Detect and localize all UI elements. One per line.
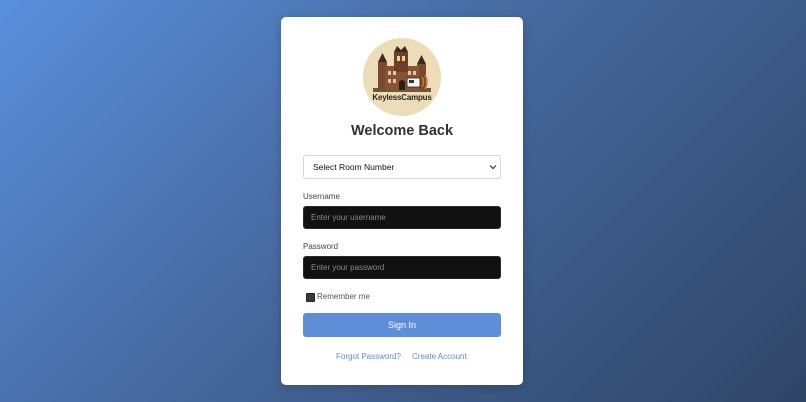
- room-number-select-value: Select Room Number: [313, 162, 395, 172]
- password-placeholder: Enter your password: [311, 263, 385, 272]
- logo: KeylessCampus: [363, 38, 441, 116]
- logo-text: KeylessCampus: [372, 93, 432, 102]
- chevron-down-icon: [489, 165, 497, 170]
- password-input[interactable]: Enter your password: [303, 256, 501, 279]
- remember-me-checkbox[interactable]: [306, 293, 315, 302]
- login-card: KeylessCampus Welcome Back Select Room N…: [281, 17, 523, 385]
- password-label: Password: [303, 242, 339, 251]
- username-label: Username: [303, 192, 340, 201]
- username-placeholder: Enter your username: [311, 213, 386, 222]
- forgot-password-link[interactable]: Forgot Password?: [336, 352, 401, 361]
- room-number-select[interactable]: Select Room Number: [303, 155, 501, 179]
- username-input[interactable]: Enter your username: [303, 206, 501, 229]
- page-title: Welcome Back: [350, 123, 454, 139]
- castle-icon: [373, 46, 431, 92]
- remember-me-label: Remember me: [317, 292, 370, 301]
- create-account-link[interactable]: Create Account: [412, 352, 467, 361]
- sign-in-button[interactable]: Sign In: [303, 313, 501, 337]
